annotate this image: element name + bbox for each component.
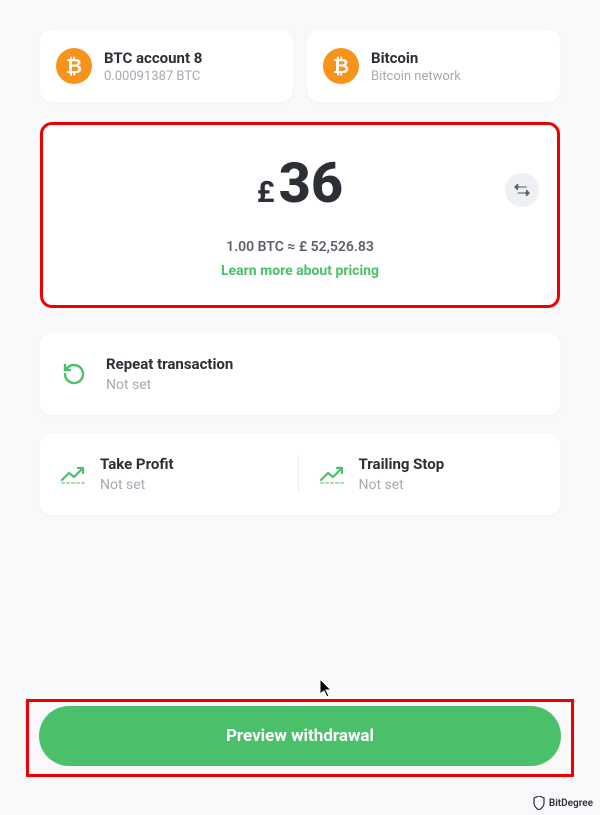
shield-icon [533,796,545,810]
amount-value: 36 [279,155,344,211]
account-title: BTC account 8 [104,49,202,67]
learn-more-pricing-link[interactable]: Learn more about pricing [63,263,537,279]
network-title: Bitcoin [371,49,461,67]
take-profit-value: Not set [100,477,174,493]
preview-withdrawal-button[interactable]: Preview withdrawal [39,706,561,766]
bitcoin-icon: ₿ [56,48,92,84]
trailing-stop-title: Trailing Stop [359,455,445,473]
trailing-stop-option[interactable]: Trailing Stop Not set [299,455,541,493]
watermark-text: BitDegree [549,798,593,809]
network-selector[interactable]: ₿ Bitcoin Bitcoin network [307,30,560,102]
take-profit-title: Take Profit [100,455,174,473]
exchange-rate: 1.00 BTC ≈ £ 52,526.83 [63,239,537,255]
swap-icon [513,181,531,199]
account-selector[interactable]: ₿ BTC account 8 0.00091387 BTC [40,30,293,102]
network-sub: Bitcoin network [371,69,461,84]
trend-up-icon [60,464,86,484]
repeat-transaction-option[interactable]: Repeat transaction Not set [40,333,560,415]
watermark: BitDegree [533,796,593,810]
bitcoin-icon: ₿ [323,48,359,84]
currency-symbol: £ [257,175,275,210]
swap-currency-button[interactable] [505,173,539,207]
trend-up-icon [319,464,345,484]
repeat-icon [60,360,88,388]
amount-input-card[interactable]: £ 36 1.00 BTC ≈ £ 52,526.83 Learn more a… [40,122,560,308]
take-profit-option[interactable]: Take Profit Not set [60,455,299,493]
account-balance: 0.00091387 BTC [104,69,202,84]
repeat-title: Repeat transaction [106,355,233,373]
repeat-value: Not set [106,377,233,393]
trailing-stop-value: Not set [359,477,445,493]
